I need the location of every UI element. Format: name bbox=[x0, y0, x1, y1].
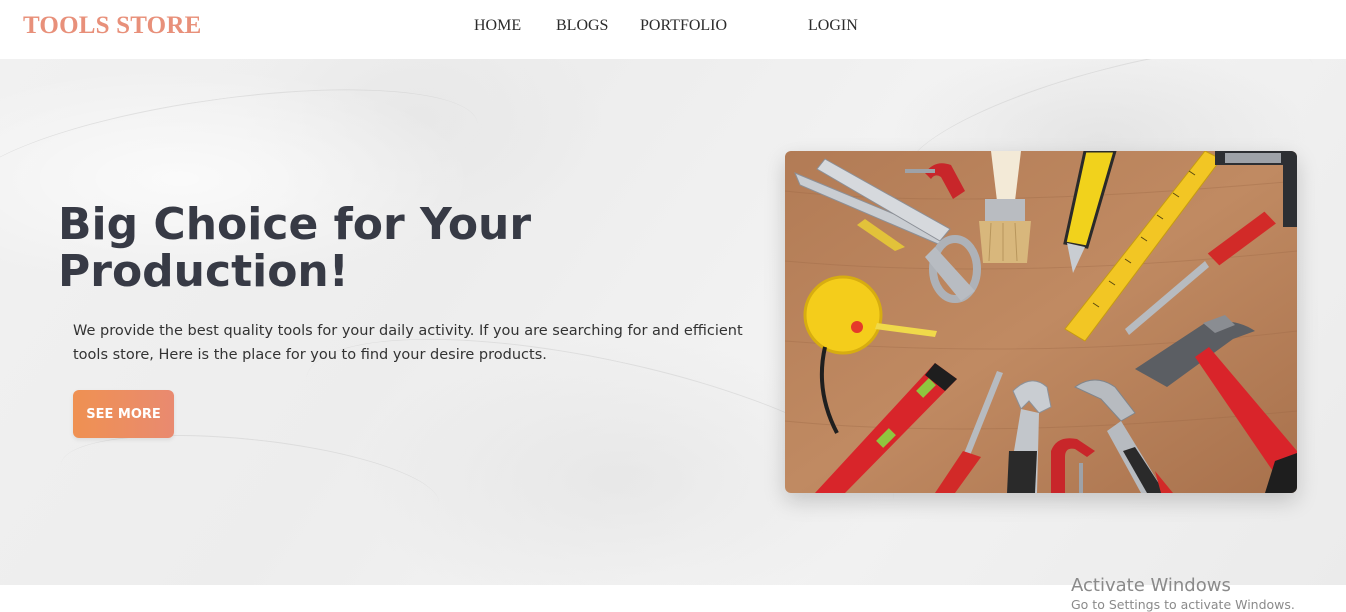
activate-windows-watermark: Activate Windows Go to Settings to activ… bbox=[1071, 575, 1295, 612]
brand-logo[interactable]: TOOLS STORE bbox=[23, 12, 201, 40]
watermark-title: Activate Windows bbox=[1071, 575, 1231, 596]
hero-description-line2: tools store, Here is the place for you t… bbox=[73, 347, 547, 363]
hero-description-line1: We provide the best quality tools for yo… bbox=[73, 323, 743, 339]
hero-headline-line1: Big Choice for Your bbox=[58, 199, 532, 250]
hero-section: Big Choice for Your Production! We provi… bbox=[0, 59, 1346, 585]
hero-description: We provide the best quality tools for yo… bbox=[73, 319, 753, 367]
hero-tools-image bbox=[785, 151, 1297, 493]
navbar: TOOLS STORE HOME BLOGS PORTFOLIO LOGIN bbox=[0, 0, 1346, 59]
nav-link-home[interactable]: HOME bbox=[474, 17, 521, 35]
nav-link-portfolio[interactable]: PORTFOLIO bbox=[640, 17, 727, 35]
nav-link-login[interactable]: LOGIN bbox=[808, 17, 858, 35]
see-more-button[interactable]: SEE MORE bbox=[73, 390, 174, 438]
hero-headline: Big Choice for Your Production! bbox=[58, 201, 578, 295]
watermark-subtitle: Go to Settings to activate Windows. bbox=[1071, 597, 1295, 612]
nav-link-blogs[interactable]: BLOGS bbox=[556, 17, 608, 35]
hero-headline-line2: Production! bbox=[58, 246, 349, 297]
